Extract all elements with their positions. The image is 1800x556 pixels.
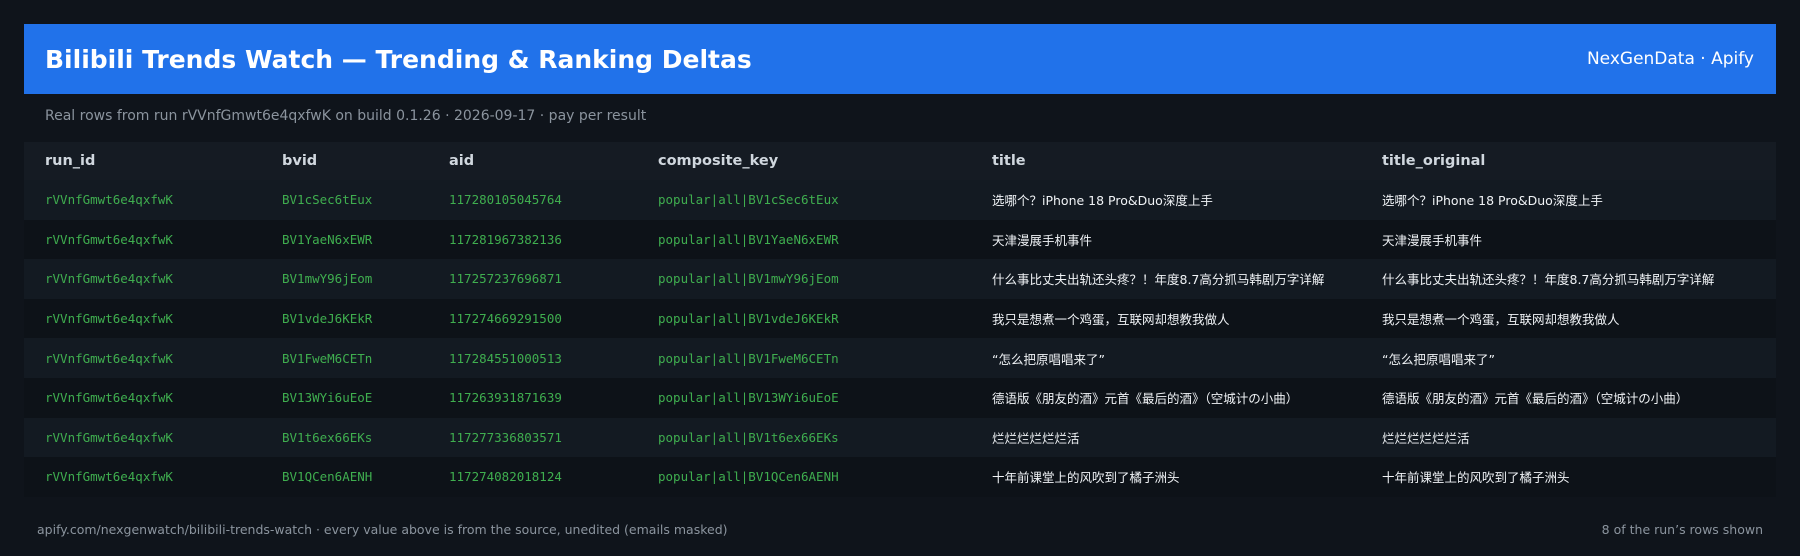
cell-bvid: BV13WYi6uEoE [261, 377, 428, 418]
cell-title-original: 烂烂烂烂烂烂活 [1361, 417, 1776, 458]
cell-title-original: 我只是想煮一个鸡蛋，互联网却想教我做人 [1361, 298, 1776, 339]
cell-title: 我只是想煮一个鸡蛋，互联网却想教我做人 [971, 298, 1361, 339]
cell-run-id: rVVnfGmwt6e4qxfwK [24, 219, 261, 260]
cell-aid: 117263931871639 [428, 377, 637, 418]
results-table-container: run_id bvid aid composite_key title titl… [24, 142, 1776, 497]
cell-bvid: BV1QCen6AENH [261, 457, 428, 497]
table-header-row: run_id bvid aid composite_key title titl… [24, 142, 1776, 180]
cell-composite-key: popular|all|BV1t6ex66EKs [637, 417, 971, 458]
cell-title-original: 德语版《朋友的酒》元首《最后的酒》（空城计の小曲） [1361, 377, 1776, 418]
table-row[interactable]: rVVnfGmwt6e4qxfwK BV1t6ex66EKs 11727733680… [24, 417, 1776, 458]
cell-title: 天津漫展手机事件 [971, 219, 1361, 260]
cell-composite-key: popular|all|BV1FweM6CETn [637, 338, 971, 378]
cell-bvid: BV1mwY96jEom [261, 259, 428, 299]
cell-bvid: BV1YaeN6xEWR [261, 219, 428, 260]
cell-composite-key: popular|all|BV1YaeN6xEWR [637, 219, 971, 260]
cell-composite-key: popular|all|BV13WYi6uEoE [637, 377, 971, 418]
cell-run-id: rVVnfGmwt6e4qxfwK [24, 180, 261, 220]
cell-title-original: 十年前课堂上的风吹到了橘子洲头 [1361, 457, 1776, 497]
cell-bvid: BV1FweM6CETn [261, 338, 428, 378]
cell-aid: 117274082018124 [428, 457, 637, 497]
cell-run-id: rVVnfGmwt6e4qxfwK [24, 457, 261, 497]
table-row[interactable]: rVVnfGmwt6e4qxfwK BV1vdeJ6KEkR 11727466929… [24, 298, 1776, 339]
table-row[interactable]: rVVnfGmwt6e4qxfwK BV1FweM6CETn 11728455100… [24, 338, 1776, 378]
cell-run-id: rVVnfGmwt6e4qxfwK [24, 298, 261, 339]
page-header: Bilibili Trends Watch — Trending & Ranki… [24, 24, 1776, 94]
cell-composite-key: popular|all|BV1mwY96jEom [637, 259, 971, 299]
cell-aid: 117284551000513 [428, 338, 637, 378]
cell-title: “怎么把原唱唱来了” [971, 338, 1361, 378]
cell-aid: 117257237696871 [428, 259, 637, 299]
cell-bvid: BV1t6ex66EKs [261, 417, 428, 458]
table-row[interactable]: rVVnfGmwt6e4qxfwK BV1QCen6AENH 11727408201… [24, 457, 1776, 497]
cell-aid: 117274669291500 [428, 298, 637, 339]
cell-composite-key: popular|all|BV1QCen6AENH [637, 457, 971, 497]
cell-title: 烂烂烂烂烂烂活 [971, 417, 1361, 458]
cell-run-id: rVVnfGmwt6e4qxfwK [24, 417, 261, 458]
cell-title: 什么事比丈夫出轨还头疼？！年度8.7高分抓马韩剧万字详解 [971, 259, 1361, 299]
cell-bvid: BV1vdeJ6KEkR [261, 298, 428, 339]
column-header-aid[interactable]: aid [428, 142, 637, 180]
cell-composite-key: popular|all|BV1vdeJ6KEkR [637, 298, 971, 339]
cell-aid: 117277336803571 [428, 417, 637, 458]
cell-bvid: BV1cSec6tEux [261, 180, 428, 220]
cell-run-id: rVVnfGmwt6e4qxfwK [24, 259, 261, 299]
cell-aid: 117281967382136 [428, 219, 637, 260]
cell-title-original: “怎么把原唱唱来了” [1361, 338, 1776, 378]
run-subtitle: Real rows from run rVVnfGmwt6e4qxfwK on … [45, 108, 647, 124]
cell-aid: 117280105045764 [428, 180, 637, 220]
table-row[interactable]: rVVnfGmwt6e4qxfwK BV1cSec6tEux 11728010504… [24, 180, 1776, 220]
cell-composite-key: popular|all|BV1cSec6tEux [637, 180, 971, 220]
cell-title: 十年前课堂上的风吹到了橘子洲头 [971, 457, 1361, 497]
results-table: run_id bvid aid composite_key title titl… [24, 142, 1776, 497]
cell-run-id: rVVnfGmwt6e4qxfwK [24, 377, 261, 418]
table-row[interactable]: rVVnfGmwt6e4qxfwK BV13WYi6uEoE 11726393187… [24, 377, 1776, 418]
table-row[interactable]: rVVnfGmwt6e4qxfwK BV1YaeN6xEWR 11728196738… [24, 219, 1776, 260]
footer-row-count: 8 of the run’s rows shown [1601, 522, 1763, 537]
table-row[interactable]: rVVnfGmwt6e4qxfwK BV1mwY96jEom 11725723769… [24, 259, 1776, 299]
footer-source-note: apify.com/nexgenwatch/bilibili-trends-wa… [37, 522, 728, 537]
column-header-title-original[interactable]: title_original [1361, 142, 1776, 180]
cell-title: 选哪个？iPhone 18 Pro&Duo深度上手 [971, 180, 1361, 220]
column-header-title[interactable]: title [971, 142, 1361, 180]
column-header-composite-key[interactable]: composite_key [637, 142, 971, 180]
column-header-bvid[interactable]: bvid [261, 142, 428, 180]
cell-title: 德语版《朋友的酒》元首《最后的酒》（空城计の小曲） [971, 377, 1361, 418]
page-title: Bilibili Trends Watch — Trending & Ranki… [45, 44, 752, 74]
cell-title-original: 选哪个？iPhone 18 Pro&Duo深度上手 [1361, 180, 1776, 220]
column-header-run-id[interactable]: run_id [24, 142, 261, 180]
cell-title-original: 天津漫展手机事件 [1361, 219, 1776, 260]
brand-label: NexGenData · Apify [1586, 49, 1754, 69]
cell-run-id: rVVnfGmwt6e4qxfwK [24, 338, 261, 378]
cell-title-original: 什么事比丈夫出轨还头疼？！年度8.7高分抓马韩剧万字详解 [1361, 259, 1776, 299]
